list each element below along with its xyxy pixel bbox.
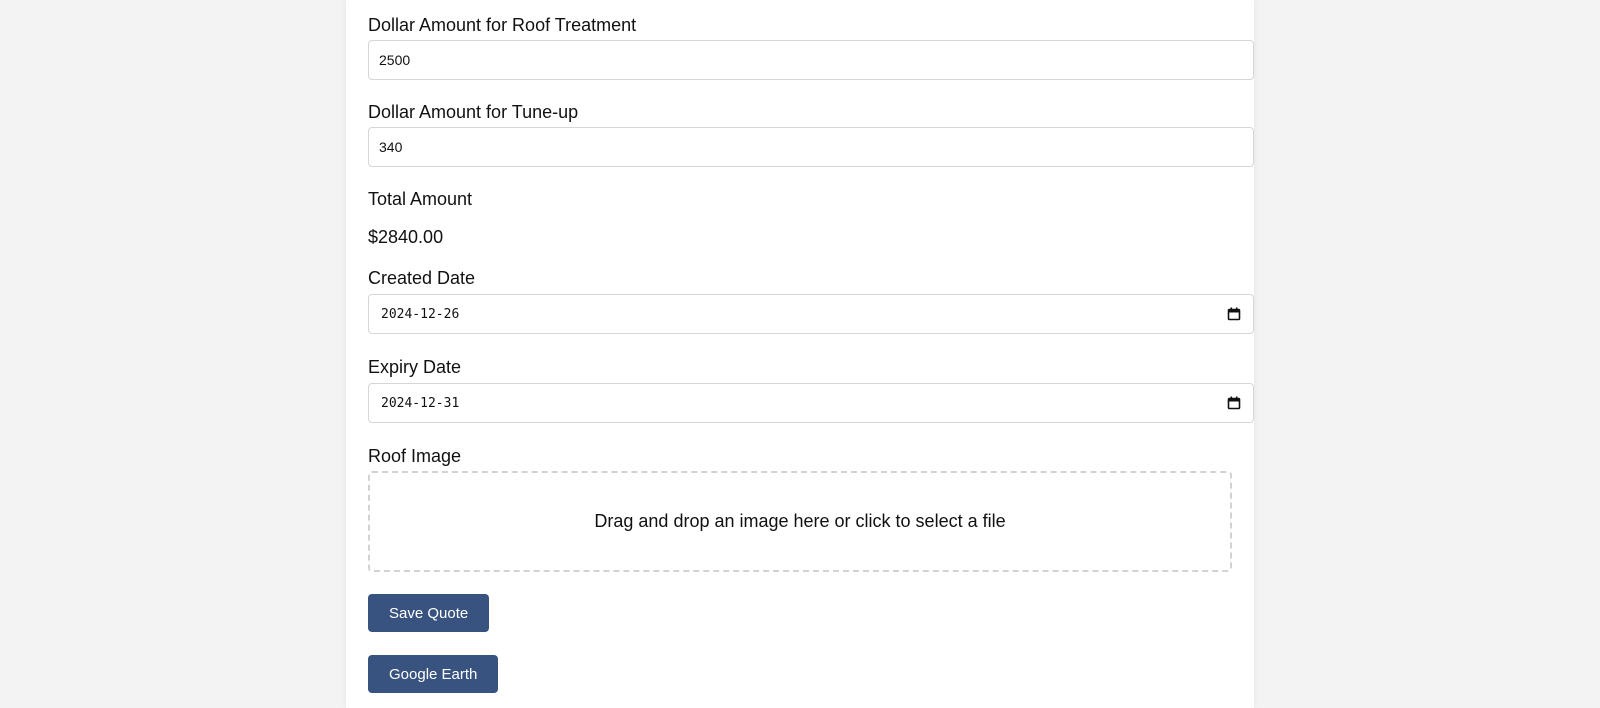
- tune-up-label: Dollar Amount for Tune-up: [368, 102, 579, 122]
- created-date-input[interactable]: 2024-12-26: [368, 294, 1254, 334]
- roof-image-label: Roof Image: [368, 446, 462, 466]
- calendar-icon[interactable]: [1227, 307, 1241, 321]
- roof-treatment-label: Dollar Amount for Roof Treatment: [368, 15, 637, 35]
- google-earth-button[interactable]: Google Earth: [368, 655, 499, 693]
- expiry-date-input[interactable]: 2024-12-31: [368, 383, 1254, 423]
- calendar-icon[interactable]: [1227, 396, 1241, 410]
- total-amount-label: Total Amount: [368, 189, 473, 209]
- roof-treatment-input[interactable]: [368, 40, 1254, 80]
- tune-up-input[interactable]: [368, 127, 1254, 167]
- save-quote-button[interactable]: Save Quote: [368, 594, 490, 632]
- expiry-date-label: Expiry Date: [368, 357, 462, 377]
- created-date-value: 2024-12-26: [381, 306, 460, 322]
- expiry-date-value: 2024-12-31: [381, 395, 460, 411]
- created-date-label: Created Date: [368, 268, 476, 288]
- total-amount-value: $2840.00: [368, 227, 444, 247]
- dropzone-text: Drag and drop an image here or click to …: [594, 511, 1006, 531]
- roof-image-dropzone[interactable]: Drag and drop an image here or click to …: [368, 471, 1232, 572]
